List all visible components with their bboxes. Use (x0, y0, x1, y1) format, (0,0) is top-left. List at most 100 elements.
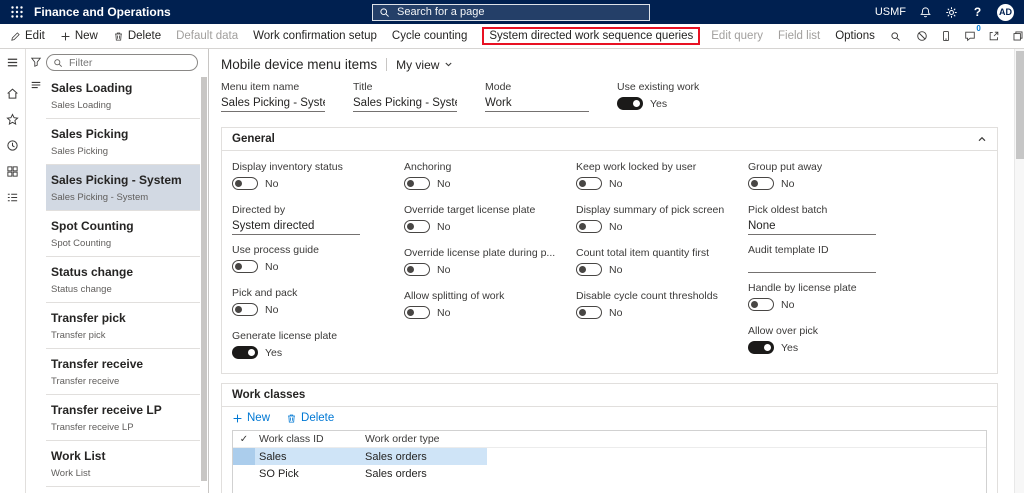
app-launcher-icon[interactable] (10, 5, 24, 19)
toggle-use-process-guide[interactable]: No (232, 260, 278, 273)
sidebar-scrollbar-thumb[interactable] (201, 77, 207, 481)
header-fields: Menu item nameSales Picking - SystemTitl… (221, 81, 998, 115)
general-column-2: Anchoring No Override target license plate… (404, 161, 562, 373)
toggle-count-total-item-quantity-first[interactable]: No (576, 263, 622, 276)
general-section-header[interactable]: General (222, 128, 997, 151)
filter-input[interactable] (67, 55, 191, 70)
action-field-list[interactable]: Field list (778, 30, 820, 42)
star-icon[interactable] (6, 113, 19, 126)
toggle-allow-splitting-of-work[interactable]: No (404, 306, 450, 319)
action-system-directed-work-sequence-queries[interactable]: System directed work sequence queries (482, 27, 701, 45)
list-item-spot-counting[interactable]: Spot Counting Spot Counting (46, 211, 200, 257)
row-checkbox[interactable] (233, 465, 255, 482)
popout-icon[interactable] (988, 30, 1000, 42)
action-default-data[interactable]: Default data (176, 30, 238, 42)
list-item-title: Sales Loading (51, 81, 133, 95)
toggle-override-target-license-plate[interactable]: No (404, 220, 450, 233)
global-search-box[interactable] (372, 3, 650, 21)
list-item-transfer-pick[interactable]: Transfer pick Transfer pick (46, 303, 200, 349)
list-item-status-change[interactable]: Status change Status change (46, 257, 200, 303)
action-edit[interactable]: Edit (10, 30, 45, 42)
field-input-mode[interactable]: Work (485, 97, 589, 112)
filter-icon[interactable] (30, 56, 42, 68)
main-scrollbar-thumb[interactable] (1016, 51, 1024, 159)
block-icon[interactable] (916, 30, 928, 42)
bell-icon[interactable] (919, 6, 932, 19)
workspaces-icon[interactable] (6, 165, 19, 178)
toggle-knob (404, 177, 430, 190)
toggle-handle-by-license-plate[interactable]: No (748, 298, 794, 311)
action-cycle-counting[interactable]: Cycle counting (392, 30, 467, 42)
list-item-sales-picking-system[interactable]: Sales Picking - System Sales Picking - Sy… (46, 165, 200, 211)
toggle-display-summary-of-pick-screen[interactable]: No (576, 220, 622, 233)
toggle-display-inventory-status[interactable]: No (232, 177, 278, 190)
list-item-subtitle: Transfer receive (51, 376, 120, 387)
recent-icon[interactable] (6, 139, 19, 152)
field-label: Menu item name (221, 81, 300, 93)
toggle-use-existing-work[interactable]: Yes (617, 97, 667, 110)
table-row-so-pick[interactable]: SO Pick Sales orders (233, 465, 487, 482)
field-input-directed-by[interactable]: System directed (232, 220, 360, 235)
toggle-state-label: No (609, 220, 623, 233)
action-work-confirmation-setup[interactable]: Work confirmation setup (253, 30, 377, 42)
toggle-allow-over-pick[interactable]: Yes (748, 341, 798, 354)
list-item-transfer-receive-lp[interactable]: Transfer receive LP Transfer receive LP (46, 395, 200, 441)
column-header-work-order-type: Work order type (365, 433, 440, 445)
modules-icon[interactable] (6, 191, 19, 204)
action-edit-query[interactable]: Edit query (711, 30, 763, 42)
device-icon[interactable] (940, 30, 952, 42)
table-row-sales[interactable]: Sales Sales orders (233, 448, 487, 465)
edit-icon (10, 31, 21, 42)
global-search-input[interactable] (395, 5, 643, 19)
list-item-sales-loading[interactable]: Sales Loading Sales Loading (46, 73, 200, 119)
list-item-transfer-receive[interactable]: Transfer receive Transfer receive (46, 349, 200, 395)
general-column-1: Display inventory status No Directed by Sys… (232, 161, 390, 373)
action-search[interactable] (890, 31, 901, 42)
toggle-pick-and-pack[interactable]: No (232, 303, 278, 316)
select-all-checkmark-icon[interactable]: ✓ (233, 431, 255, 447)
menu-icon[interactable] (6, 56, 19, 69)
list-item-subtitle: Work List (51, 468, 91, 479)
toggle-group-put-away[interactable]: No (748, 177, 794, 190)
field-input-pick-oldest-batch[interactable]: None (748, 220, 876, 235)
user-avatar[interactable]: AD (997, 3, 1014, 21)
view-selector[interactable]: My view (396, 58, 453, 72)
sidebar-scrollbar[interactable] (200, 49, 208, 493)
home-icon[interactable] (6, 87, 19, 100)
gear-icon[interactable] (945, 6, 958, 19)
field-input-audit-template-id[interactable] (748, 260, 876, 273)
field-input-menu-item-name[interactable]: Sales Picking - System (221, 97, 325, 112)
action-options[interactable]: Options (835, 30, 875, 42)
chevron-up-icon[interactable] (977, 134, 987, 144)
list-icon[interactable] (30, 79, 42, 91)
row-checkbox[interactable] (233, 448, 255, 465)
toggle-keep-work-locked-by-user[interactable]: No (576, 177, 622, 190)
work-classes-new-button[interactable]: New (232, 412, 270, 424)
list-item-work-list[interactable]: Work List Work List (46, 441, 200, 487)
action-new[interactable]: New (60, 30, 98, 42)
chat-button[interactable]: 0 (964, 24, 981, 42)
field-anchoring: Anchoring No (404, 161, 562, 195)
chat-icon (964, 30, 976, 42)
work-classes-section-header[interactable]: Work classes (222, 384, 997, 407)
action-delete[interactable]: Delete (113, 30, 161, 42)
field-label: Allow splitting of work (404, 290, 505, 302)
field-handle-by-license-plate: Handle by license plate No (748, 282, 906, 316)
main-scrollbar[interactable] (1014, 49, 1024, 493)
action-label: Delete (127, 30, 162, 42)
field-directed-by: Directed by System directed (232, 204, 390, 235)
general-column-4: Group put away No Pick oldest batch None Aud… (748, 161, 906, 373)
toggle-disable-cycle-count-thresholds[interactable]: No (576, 306, 622, 319)
toggle-anchoring[interactable]: No (404, 177, 450, 190)
toggle-override-license-plate-during-p[interactable]: No (404, 263, 450, 276)
work-classes-delete-button[interactable]: Delete (286, 412, 334, 424)
field-input-title[interactable]: Sales Picking - System (353, 97, 457, 112)
toggle-knob (748, 341, 774, 354)
help-icon[interactable]: ? (971, 5, 984, 19)
trash-icon (113, 31, 124, 42)
company-picker[interactable]: USMF (875, 6, 906, 18)
list-item-sales-picking[interactable]: Sales Picking Sales Picking (46, 119, 200, 165)
toggle-generate-license-plate[interactable]: Yes (232, 346, 282, 359)
filter-box[interactable] (46, 54, 198, 71)
restore-icon[interactable] (1012, 30, 1024, 42)
